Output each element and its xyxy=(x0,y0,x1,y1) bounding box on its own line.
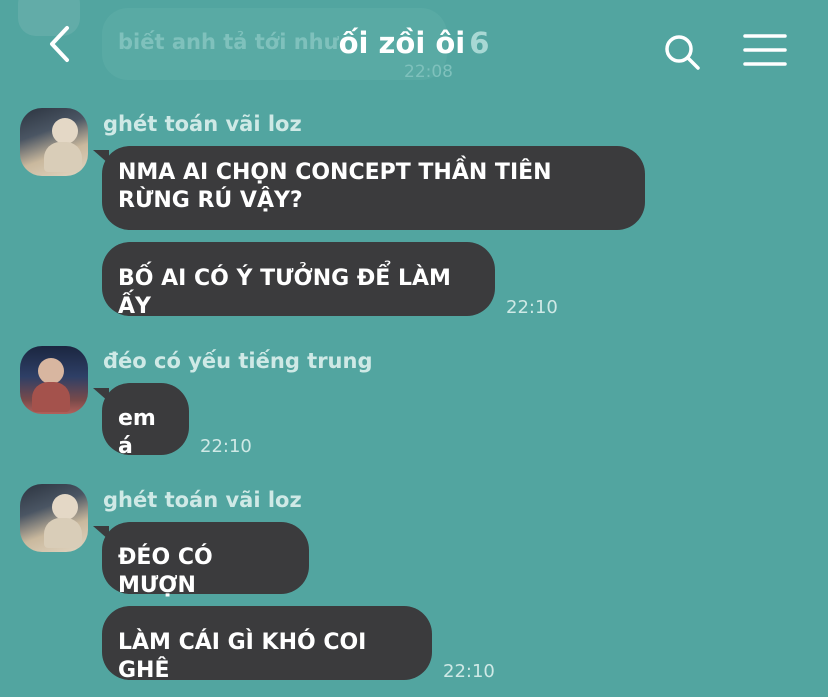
message-bubble[interactable]: ĐÉO CÓ MƯỢN xyxy=(102,522,309,598)
sender-name: ghét toán vãi loz xyxy=(103,488,302,512)
menu-button[interactable] xyxy=(742,30,788,70)
avatar[interactable] xyxy=(20,108,88,176)
message-bubble[interactable]: em á xyxy=(102,383,189,459)
previous-message-time: 22:08 xyxy=(404,62,453,82)
message-text: BỐ AI CÓ Ý TƯỞNG ĐỂ LÀM ẤY xyxy=(118,266,451,319)
avatar[interactable] xyxy=(20,484,88,552)
message-text: NMA AI CHỌN CONCEPT THẦN TIÊN RỪNG RÚ VẬ… xyxy=(118,160,552,213)
message-time: 22:10 xyxy=(506,297,558,318)
avatar[interactable] xyxy=(20,346,88,414)
sender-name: đéo có yếu tiếng trung xyxy=(103,349,373,373)
message-bubble[interactable]: LÀM CÁI GÌ KHÓ COI GHÊ xyxy=(102,606,432,683)
message-time: 22:10 xyxy=(200,436,252,457)
message-text: em á xyxy=(118,406,156,459)
group-name: ối zồi ôi xyxy=(338,26,466,60)
search-button[interactable] xyxy=(660,30,704,74)
message-bubble[interactable]: NMA AI CHỌN CONCEPT THẦN TIÊN RỪNG RÚ VẬ… xyxy=(102,146,645,230)
message-text: LÀM CÁI GÌ KHÓ COI GHÊ xyxy=(118,630,367,683)
member-count: 6 xyxy=(469,26,490,60)
hamburger-menu-icon xyxy=(743,34,787,66)
message-bubble[interactable]: BỐ AI CÓ Ý TƯỞNG ĐỂ LÀM ẤY xyxy=(102,242,495,319)
search-icon xyxy=(665,35,700,70)
message-text: ĐÉO CÓ MƯỢN xyxy=(118,545,213,598)
message-time: 22:10 xyxy=(443,661,495,682)
sender-name: ghét toán vãi loz xyxy=(103,112,302,136)
